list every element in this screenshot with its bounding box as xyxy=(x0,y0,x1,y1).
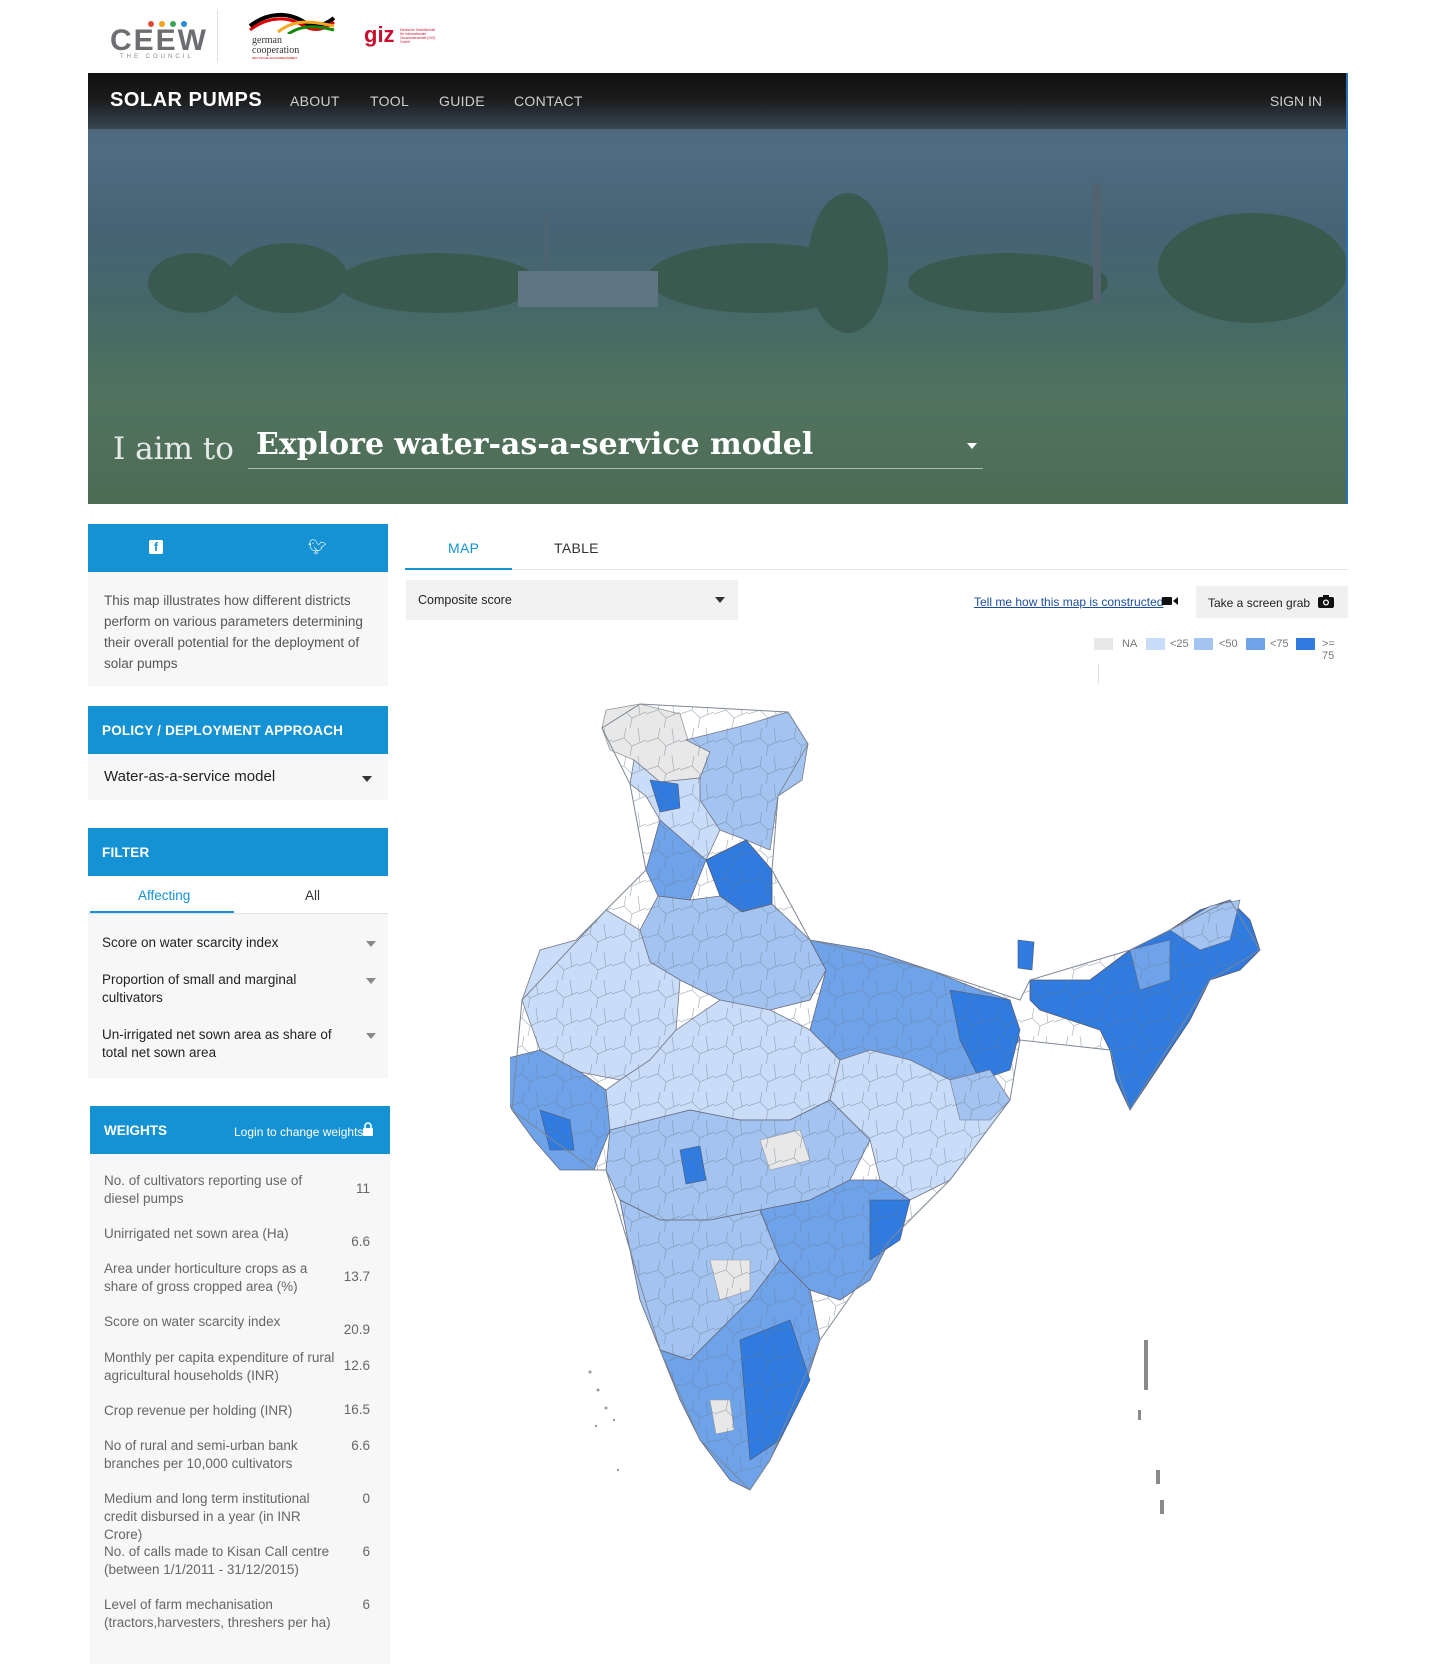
legend-label: <75 xyxy=(1270,638,1289,650)
weight-label: Medium and long term institutional credi… xyxy=(104,1491,310,1542)
filter-item[interactable]: Score on water scarcity index xyxy=(102,934,342,952)
active-tab-indicator xyxy=(90,911,234,913)
weight-label: No. of calls made to Kisan Call centre (… xyxy=(104,1544,330,1577)
twitter-icon[interactable]: 🐦︎ xyxy=(308,538,327,556)
giz-logo[interactable]: giz xyxy=(364,22,395,48)
weight-label: Score on water scarcity index xyxy=(104,1314,281,1329)
weight-value: 6.6 xyxy=(351,1438,370,1453)
legend-divider xyxy=(1098,664,1099,684)
filter-list: Score on water scarcity index Proportion… xyxy=(88,914,388,1078)
nav-contact[interactable]: CONTACT xyxy=(514,93,583,109)
caret-down-icon xyxy=(362,776,372,782)
weight-value: 6 xyxy=(362,1597,370,1612)
weight-value: 6 xyxy=(362,1544,370,1559)
weight-label: Crop revenue per holding (INR) xyxy=(104,1403,293,1418)
partner-logos: CEEW THE COUNCIL german cooperation DEUT… xyxy=(88,0,1348,73)
weight-value: 13.7 xyxy=(343,1269,370,1284)
lock-icon xyxy=(363,1122,373,1136)
legend-swatch xyxy=(1194,638,1213,650)
weight-value: 0 xyxy=(362,1491,370,1506)
weight-label: Level of farm mechanisation (tractors,ha… xyxy=(104,1597,331,1630)
ceew-subtitle: THE COUNCIL xyxy=(120,54,194,60)
filter-heading: FILTER xyxy=(88,828,388,876)
intro-text: This map illustrates how different distr… xyxy=(88,572,388,686)
policy-select[interactable]: Water-as-a-service model xyxy=(88,754,388,800)
weights-list: No. of cultivators reporting use of dies… xyxy=(90,1154,390,1664)
legend-label: <50 xyxy=(1219,638,1238,650)
legend-label: <25 xyxy=(1170,638,1189,650)
login-to-change-weights-link[interactable]: Login to change weights xyxy=(234,1125,363,1139)
nav-guide[interactable]: GUIDE xyxy=(439,93,485,109)
weight-label: No of rural and semi-urban bank branches… xyxy=(104,1438,298,1471)
filter-tabs: Affecting All xyxy=(88,876,388,914)
caret-down-icon[interactable] xyxy=(366,941,376,947)
weight-value: 16.5 xyxy=(343,1402,370,1417)
weight-value: 11 xyxy=(355,1181,370,1196)
screen-grab-label: Take a screen grab xyxy=(1208,596,1311,610)
nav-about[interactable]: ABOUT xyxy=(290,93,340,109)
india-district-map[interactable] xyxy=(510,700,1342,1600)
how-map-constructed-link[interactable]: Tell me how this map is constructed xyxy=(974,595,1163,609)
weights-header: WEIGHTS Login to change weights xyxy=(90,1106,390,1154)
tab-map[interactable]: MAP xyxy=(448,540,479,556)
legend-label: >= 75 xyxy=(1322,638,1335,662)
giz-subtitle: Deutsche Gesellschaft für Internationale… xyxy=(400,28,436,44)
german-small-text: DEUTSCHE ZUSAMMENARBEIT xyxy=(252,56,298,60)
nav-tool[interactable]: TOOL xyxy=(370,93,409,109)
weight-value: 20.9 xyxy=(343,1322,370,1337)
caret-down-icon[interactable] xyxy=(366,1033,376,1039)
share-bar: f 🐦︎ xyxy=(88,524,388,572)
screen-grab-button[interactable]: Take a screen grab xyxy=(1196,586,1348,618)
sign-in-link[interactable]: SIGN IN xyxy=(1270,93,1322,109)
german-line2: cooperation xyxy=(252,45,300,56)
legend-swatch xyxy=(1094,638,1113,650)
policy-heading: POLICY / DEPLOYMENT APPROACH xyxy=(88,706,388,754)
weight-label: Monthly per capita expenditure of rural … xyxy=(104,1350,335,1383)
weight-value: 12.6 xyxy=(343,1358,370,1373)
weight-label: No. of cultivators reporting use of dies… xyxy=(104,1173,303,1206)
goal-select-value: Explore water-as-a-service model xyxy=(256,427,814,462)
caret-down-icon xyxy=(967,443,977,449)
legend-swatch xyxy=(1146,638,1165,650)
logo-divider xyxy=(217,10,218,62)
filter-item[interactable]: Proportion of small and marginal cultiva… xyxy=(102,971,342,1007)
policy-select-value: Water-as-a-service model xyxy=(104,768,276,785)
metric-select[interactable]: Composite score xyxy=(406,580,738,620)
hero-banner: SOLAR PUMPS ABOUT TOOL GUIDE CONTACT SIG… xyxy=(88,73,1348,504)
ceew-wordmark: CEEW xyxy=(110,24,208,57)
active-tab-indicator xyxy=(405,568,512,570)
brand-logo[interactable]: SOLAR PUMPS xyxy=(110,89,262,112)
legend-swatch xyxy=(1246,638,1265,650)
filter-tab-all[interactable]: All xyxy=(305,888,320,903)
german-cooperation-logo[interactable]: german cooperation DEUTSCHE ZUSAMMENARBE… xyxy=(248,12,338,60)
legend-swatch xyxy=(1296,638,1315,650)
facebook-icon[interactable]: f xyxy=(149,540,163,554)
filter-tab-affecting[interactable]: Affecting xyxy=(138,888,190,903)
caret-down-icon[interactable] xyxy=(366,978,376,984)
weights-title: WEIGHTS xyxy=(104,1123,167,1138)
german-cooperation-text: german cooperation xyxy=(252,36,299,56)
filter-item[interactable]: Un-irrigated net sown area as share of t… xyxy=(102,1026,342,1062)
aim-prefix: I aim to xyxy=(113,431,234,467)
camera-icon xyxy=(1318,595,1334,608)
german-cooperation-flag-icon xyxy=(248,13,336,34)
metric-select-value: Composite score xyxy=(418,593,512,607)
weight-value: 6.6 xyxy=(351,1234,370,1249)
weight-label: Area under horticulture crops as a share… xyxy=(104,1261,308,1294)
goal-select[interactable]: Explore water-as-a-service model xyxy=(248,425,983,469)
caret-down-icon xyxy=(715,597,725,603)
legend-label: NA xyxy=(1122,638,1138,650)
ceew-logo[interactable]: CEEW THE COUNCIL xyxy=(110,10,210,62)
video-camera-icon[interactable] xyxy=(1162,596,1178,606)
top-navbar: SOLAR PUMPS ABOUT TOOL GUIDE CONTACT SIG… xyxy=(88,73,1346,129)
view-tabs: MAP TABLE xyxy=(405,524,1348,570)
tab-table[interactable]: TABLE xyxy=(554,540,599,556)
weight-label: Unirrigated net sown area (Ha) xyxy=(104,1226,289,1241)
